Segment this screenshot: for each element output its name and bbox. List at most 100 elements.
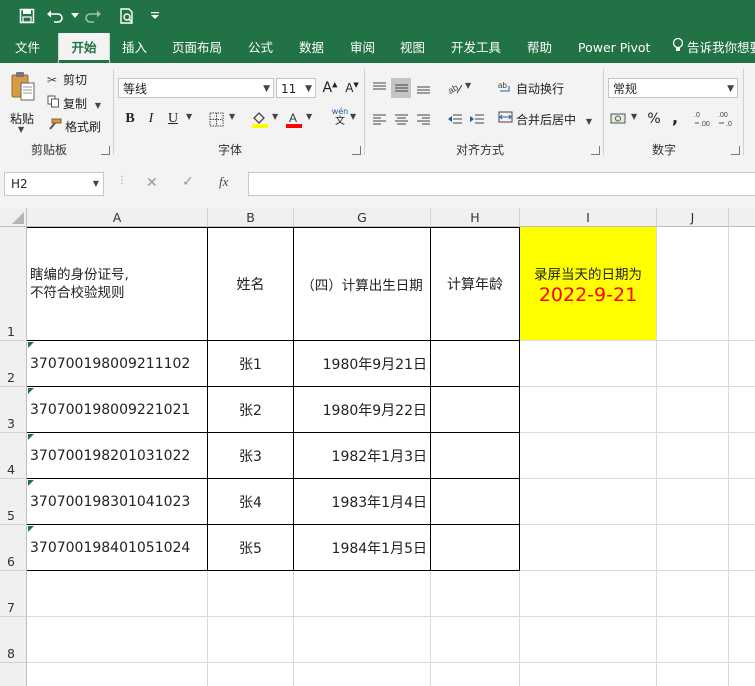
number-format-combo[interactable]: 常规 ▼ — [608, 78, 738, 98]
cell-g1[interactable]: （四）计算出生日期 — [294, 227, 430, 340]
column-header-b[interactable]: B — [208, 208, 294, 227]
align-left-button[interactable] — [369, 109, 389, 129]
cell-a3[interactable]: 370700198009221021 — [27, 387, 207, 432]
cell-b5[interactable]: 张4 — [208, 479, 293, 524]
percent-style-button[interactable]: % — [644, 109, 664, 129]
middle-align-button[interactable] — [391, 78, 411, 98]
tab-help[interactable]: 帮助 — [527, 33, 552, 63]
borders-dropdown-icon[interactable]: ▼ — [229, 112, 235, 121]
tab-insert[interactable]: 插入 — [122, 33, 147, 63]
tab-page-layout[interactable]: 页面布局 — [172, 33, 222, 63]
column-header-partial[interactable] — [729, 208, 755, 227]
cell-b2[interactable]: 张1 — [208, 341, 293, 386]
cell-a5[interactable]: 370700198301041023 — [27, 479, 207, 524]
error-indicator-icon[interactable] — [28, 480, 34, 486]
font-color-dropdown-icon[interactable]: ▼ — [306, 112, 312, 121]
format-painter-button[interactable]: 格式刷 — [47, 118, 101, 135]
cell-h5[interactable] — [431, 479, 519, 524]
phonetic-guide-button[interactable]: wén 文 — [328, 107, 352, 127]
borders-button[interactable] — [206, 109, 226, 129]
select-all-button[interactable] — [0, 208, 27, 227]
tab-home[interactable]: 开始 — [58, 33, 110, 63]
cell-a1[interactable]: 瞎编的身份证号, 不符合校验规则 — [27, 227, 207, 340]
error-indicator-icon[interactable] — [28, 526, 34, 532]
cell-g5[interactable]: 1983年1月4日 — [294, 479, 430, 524]
alignment-launcher-icon[interactable] — [591, 146, 600, 155]
decrease-decimal-button[interactable]: .00.0 — [718, 109, 738, 129]
accounting-format-button[interactable] — [609, 109, 629, 129]
row-header-5[interactable]: 5 — [0, 479, 27, 525]
cancel-icon[interactable]: ✕ — [146, 175, 158, 191]
underline-dropdown-icon[interactable]: ▼ — [186, 112, 192, 121]
tab-formulas[interactable]: 公式 — [248, 33, 273, 63]
cell-a2[interactable]: 370700198009211102 — [27, 341, 207, 386]
cell-a6[interactable]: 370700198401051024 — [27, 525, 207, 570]
cell-g4[interactable]: 1982年1月3日 — [294, 433, 430, 478]
error-indicator-icon[interactable] — [28, 388, 34, 394]
tab-review[interactable]: 审阅 — [350, 33, 375, 63]
cell-h1[interactable]: 计算年龄 — [431, 227, 519, 340]
cell-b3[interactable]: 张2 — [208, 387, 293, 432]
underline-button[interactable]: U — [163, 109, 183, 129]
cell-g3[interactable]: 1980年9月22日 — [294, 387, 430, 432]
orientation-button[interactable]: ab — [445, 78, 465, 98]
cell-h3[interactable] — [431, 387, 519, 432]
undo-icon[interactable] — [44, 6, 66, 26]
cell-b6[interactable]: 张5 — [208, 525, 293, 570]
row-header-1[interactable]: 1 — [0, 227, 27, 341]
save-icon[interactable] — [16, 6, 38, 26]
merge-center-button[interactable]: 合并后居中 ▼ — [498, 110, 592, 128]
font-size-combo[interactable]: 11 ▼ — [276, 78, 316, 98]
font-launcher-icon[interactable] — [352, 146, 361, 155]
tab-view[interactable]: 视图 — [400, 33, 425, 63]
cell-g2[interactable]: 1980年9月21日 — [294, 341, 430, 386]
cell-g6[interactable]: 1984年1月5日 — [294, 525, 430, 570]
cell-h4[interactable] — [431, 433, 519, 478]
paste-button[interactable]: 粘贴 ▼ — [8, 69, 38, 134]
tab-data[interactable]: 数据 — [299, 33, 324, 63]
column-header-h[interactable]: H — [431, 208, 520, 227]
font-color-button[interactable]: A — [284, 109, 304, 129]
row-header-8[interactable]: 8 — [0, 617, 27, 663]
tab-file[interactable]: 文件 — [15, 33, 40, 63]
enter-check-icon[interactable]: ✓ — [182, 174, 194, 190]
decrease-indent-button[interactable] — [445, 109, 465, 129]
align-right-button[interactable] — [413, 109, 433, 129]
increase-decimal-button[interactable]: .0.00 — [694, 109, 714, 129]
column-header-g[interactable]: G — [294, 208, 431, 227]
formula-input[interactable] — [248, 172, 755, 196]
increase-indent-button[interactable] — [467, 109, 487, 129]
italic-button[interactable]: I — [141, 109, 161, 129]
orientation-dropdown-icon[interactable]: ▼ — [465, 81, 471, 90]
row-header-7[interactable]: 7 — [0, 571, 27, 617]
fill-color-button[interactable] — [250, 109, 270, 129]
comma-style-button[interactable]: , — [665, 107, 685, 127]
insert-function-icon[interactable]: fx — [219, 174, 228, 190]
error-indicator-icon[interactable] — [28, 342, 34, 348]
clipboard-launcher-icon[interactable] — [101, 146, 110, 155]
accounting-dropdown-icon[interactable]: ▼ — [631, 112, 637, 121]
cell-b4[interactable]: 张3 — [208, 433, 293, 478]
copy-button[interactable]: 复制 ▼ — [47, 95, 101, 112]
font-name-combo[interactable]: 等线 ▼ — [118, 78, 274, 98]
align-center-button[interactable] — [391, 109, 411, 129]
cell-b1[interactable]: 姓名 — [208, 227, 293, 340]
name-box[interactable]: H2 ▼ — [4, 172, 104, 196]
redo-icon[interactable] — [82, 6, 104, 26]
tab-developer[interactable]: 开发工具 — [451, 33, 501, 63]
decrease-font-size-button[interactable]: A▼ — [342, 78, 362, 98]
cell-h2[interactable] — [431, 341, 519, 386]
row-header-2[interactable]: 2 — [0, 341, 27, 387]
tab-power-pivot[interactable]: Power Pivot — [578, 33, 650, 63]
error-indicator-icon[interactable] — [28, 434, 34, 440]
row-header-6[interactable]: 6 — [0, 525, 27, 571]
cell-h6[interactable] — [431, 525, 519, 570]
row-header-4[interactable]: 4 — [0, 433, 27, 479]
tell-me-box[interactable]: 告诉我你想要 — [672, 33, 755, 63]
column-header-i[interactable]: I — [520, 208, 657, 227]
row-header-3[interactable]: 3 — [0, 387, 27, 433]
cell-i1[interactable]: 录屏当天的日期为 2022-9-21 — [520, 227, 656, 340]
fill-color-dropdown-icon[interactable]: ▼ — [272, 112, 278, 121]
print-preview-icon[interactable] — [116, 6, 138, 26]
cell-a4[interactable]: 370700198201031022 — [27, 433, 207, 478]
